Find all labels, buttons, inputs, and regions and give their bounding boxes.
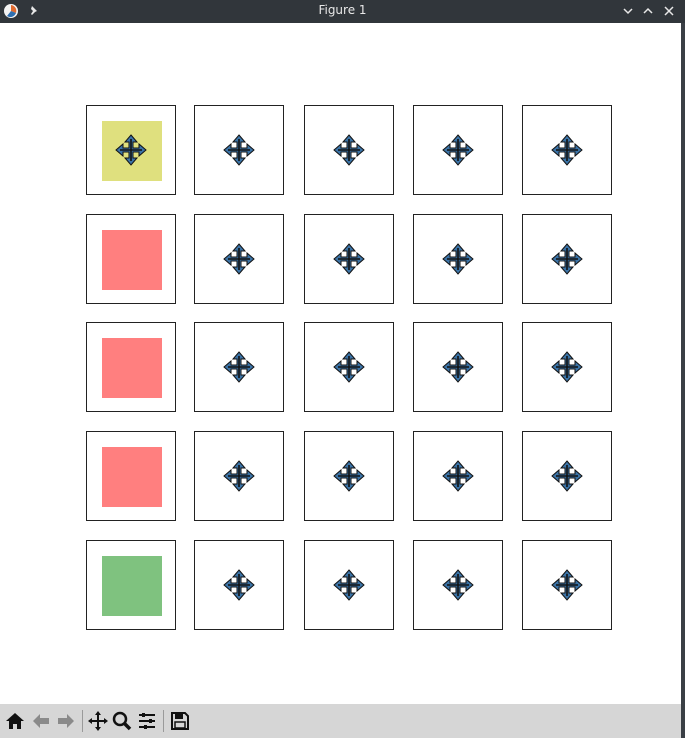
toolbar-separator bbox=[163, 710, 164, 732]
home-icon[interactable] bbox=[4, 710, 26, 732]
navigation-toolbar bbox=[0, 704, 681, 738]
forward-icon[interactable] bbox=[55, 710, 77, 732]
grid-cell[interactable] bbox=[522, 540, 612, 630]
window-titlebar: Figure 1 bbox=[0, 0, 685, 23]
maximize-icon[interactable] bbox=[641, 4, 655, 18]
grid-cell[interactable] bbox=[86, 540, 176, 630]
grid-cell[interactable] bbox=[413, 105, 503, 195]
move-icon[interactable] bbox=[442, 351, 474, 383]
grid-cell[interactable] bbox=[413, 322, 503, 412]
grid-cell[interactable] bbox=[86, 214, 176, 304]
move-icon[interactable] bbox=[223, 243, 255, 275]
configure-subplots-icon[interactable] bbox=[136, 710, 158, 732]
grid-cell[interactable] bbox=[522, 431, 612, 521]
grid-cell[interactable] bbox=[194, 214, 284, 304]
grid-cell[interactable] bbox=[413, 540, 503, 630]
move-icon[interactable] bbox=[223, 460, 255, 492]
grid-cell[interactable] bbox=[413, 431, 503, 521]
move-icon[interactable] bbox=[333, 569, 365, 601]
zoom-icon[interactable] bbox=[111, 710, 133, 732]
window-edge bbox=[681, 23, 685, 738]
move-icon[interactable] bbox=[442, 243, 474, 275]
grid-cell[interactable] bbox=[522, 322, 612, 412]
grid-cell[interactable] bbox=[304, 431, 394, 521]
move-icon[interactable] bbox=[333, 460, 365, 492]
grid-cell[interactable] bbox=[304, 214, 394, 304]
toolbar-separator bbox=[82, 710, 83, 732]
grid-cell[interactable] bbox=[522, 105, 612, 195]
grid-cell[interactable] bbox=[522, 214, 612, 304]
grid-cell[interactable] bbox=[304, 540, 394, 630]
grid-cell[interactable] bbox=[194, 540, 284, 630]
move-icon[interactable] bbox=[551, 460, 583, 492]
move-icon[interactable] bbox=[333, 351, 365, 383]
move-icon[interactable] bbox=[223, 134, 255, 166]
minimize-icon[interactable] bbox=[621, 4, 635, 18]
grid-cell[interactable] bbox=[304, 322, 394, 412]
save-icon[interactable] bbox=[169, 710, 191, 732]
back-icon[interactable] bbox=[30, 710, 52, 732]
grid-cell[interactable] bbox=[304, 105, 394, 195]
grid-cell[interactable] bbox=[194, 322, 284, 412]
move-icon[interactable] bbox=[442, 569, 474, 601]
move-icon[interactable] bbox=[223, 569, 255, 601]
figure-canvas[interactable] bbox=[0, 23, 681, 704]
move-icon[interactable] bbox=[115, 134, 147, 166]
move-icon[interactable] bbox=[223, 351, 255, 383]
move-icon[interactable] bbox=[442, 460, 474, 492]
green-swatch[interactable] bbox=[102, 556, 162, 616]
close-icon[interactable] bbox=[662, 4, 676, 18]
red-swatch[interactable] bbox=[102, 230, 162, 290]
move-icon[interactable] bbox=[551, 243, 583, 275]
window-title: Figure 1 bbox=[318, 3, 367, 17]
move-icon[interactable] bbox=[333, 243, 365, 275]
grid-cell[interactable] bbox=[86, 431, 176, 521]
red-swatch[interactable] bbox=[102, 447, 162, 507]
grid-cell[interactable] bbox=[86, 105, 176, 195]
grid-cell[interactable] bbox=[194, 105, 284, 195]
move-icon[interactable] bbox=[333, 134, 365, 166]
move-icon[interactable] bbox=[551, 134, 583, 166]
move-icon[interactable] bbox=[551, 351, 583, 383]
grid-cell[interactable] bbox=[413, 214, 503, 304]
grid-cell[interactable] bbox=[194, 431, 284, 521]
pan-icon[interactable] bbox=[87, 710, 109, 732]
move-icon[interactable] bbox=[551, 569, 583, 601]
red-swatch[interactable] bbox=[102, 338, 162, 398]
grid-cell[interactable] bbox=[86, 322, 176, 412]
move-icon[interactable] bbox=[442, 134, 474, 166]
